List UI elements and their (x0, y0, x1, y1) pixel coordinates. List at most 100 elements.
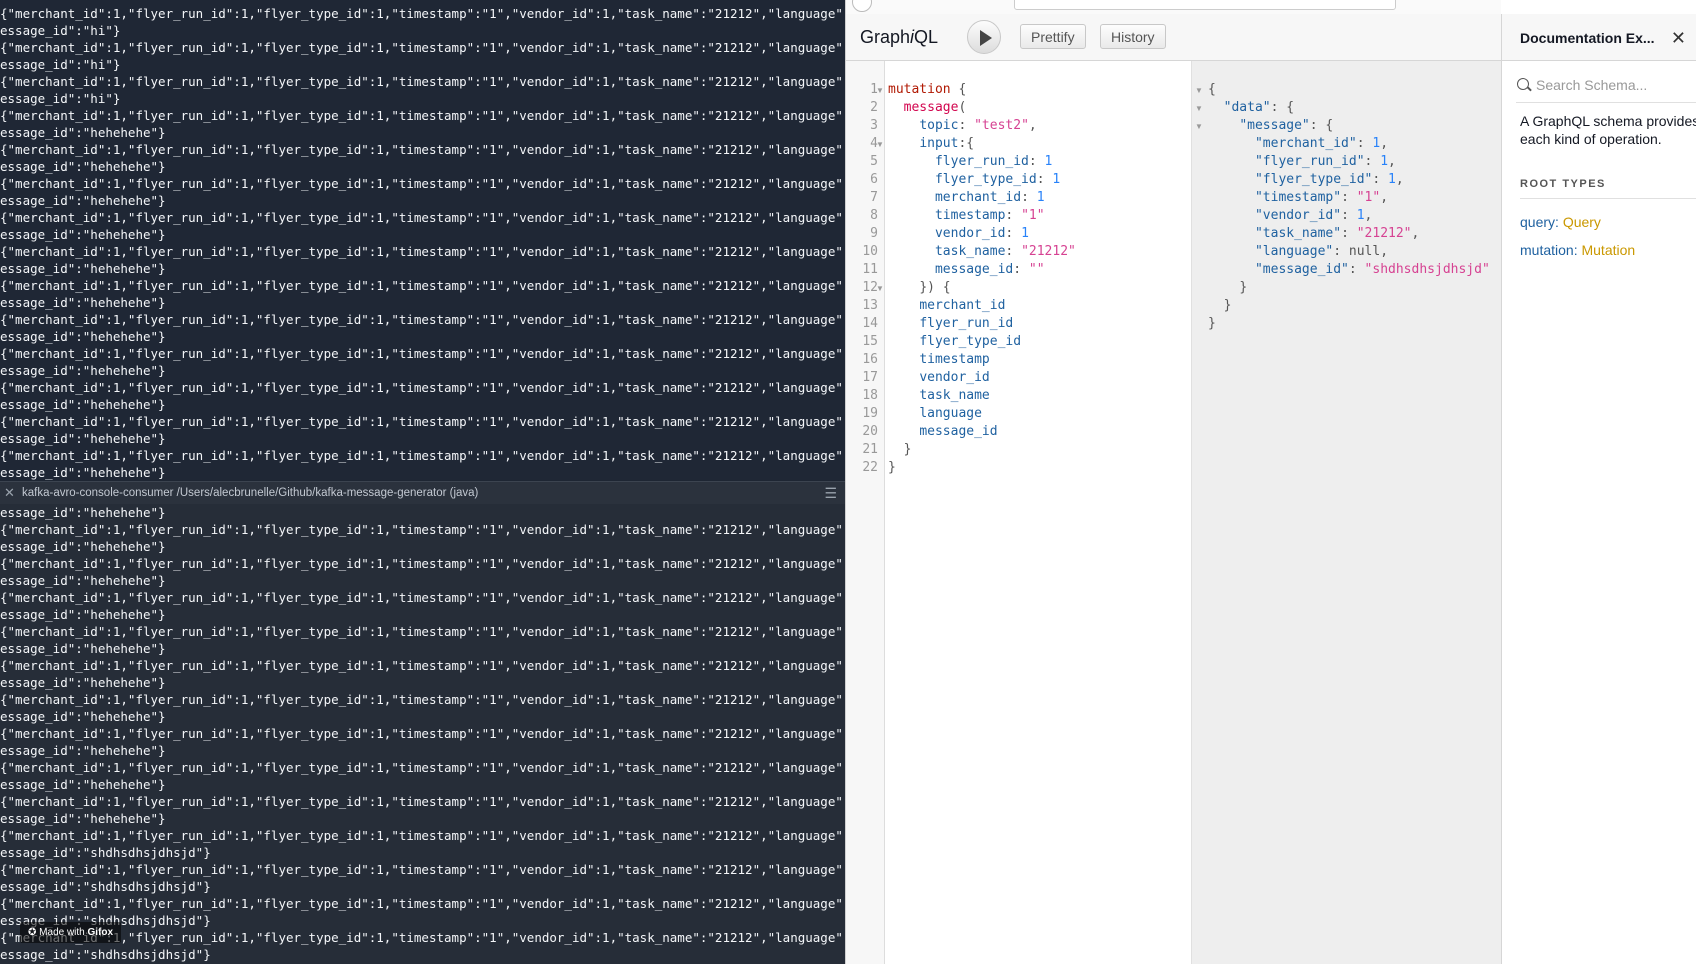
terminal-pane-top[interactable]: {"merchant_id":1,"flyer_run_id":1,"flyer… (0, 0, 845, 480)
field-token: vendor_id (934, 226, 1006, 241)
punct-token: { (950, 82, 967, 97)
value-token: "21212" (1021, 244, 1076, 259)
result-gutter: ▼ ▼ ▼ (1192, 61, 1206, 964)
string-token: "test2" (974, 118, 1029, 133)
terminal-line: {"merchant_id":1,"flyer_run_id":1,"flyer… (0, 624, 845, 639)
browser-button[interactable] (852, 0, 872, 12)
code-line: "flyer_type_id": 1, (1208, 171, 1490, 189)
value-token: "" (1028, 262, 1045, 277)
query-type-link[interactable]: Query (1563, 214, 1601, 230)
prettify-button[interactable]: Prettify (1020, 24, 1086, 49)
terminal-pane-bottom[interactable]: ✕ kafka-avro-console-consumer /Users/ale… (0, 481, 845, 964)
code-line: flyer_run_id: 1 (888, 153, 1076, 171)
json-value: "shdhsdhsjdhsjd" (1364, 262, 1490, 277)
fold-arrow-icon[interactable]: ▼ (876, 86, 884, 95)
fold-arrow-icon[interactable]: ▼ (1195, 86, 1203, 95)
search-schema-input[interactable] (1536, 76, 1696, 94)
terminal-line: {"merchant_id":1,"flyer_run_id":1,"flyer… (0, 862, 845, 877)
close-icon[interactable]: ✕ (1671, 28, 1686, 49)
terminal-line: essage_id":"hehehehe"} (0, 641, 166, 656)
line-number: 7 (870, 190, 878, 205)
json-key: "merchant_id" (1254, 136, 1357, 151)
fold-arrow-icon[interactable]: ▼ (1195, 122, 1203, 131)
code-line: } (888, 441, 1076, 459)
code-line: merchant_id: 1 (888, 189, 1076, 207)
punct-token: : (1028, 154, 1045, 169)
value-token: 1 (1052, 172, 1061, 187)
line-number: 1 (870, 82, 878, 97)
divider (1520, 198, 1696, 199)
code-line: "vendor_id": 1, (1208, 207, 1490, 225)
field-token: flyer_type_id (934, 172, 1037, 187)
address-bar[interactable] (1014, 0, 1396, 10)
terminal-line: {"merchant_id":1,"flyer_run_id":1,"flyer… (0, 380, 845, 395)
pane-close-icon[interactable]: ✕ (4, 482, 15, 504)
punct-token: : (1333, 244, 1349, 259)
line-number: 2 (870, 100, 878, 115)
line-number: 20 (862, 424, 878, 439)
operation-token: message (903, 100, 959, 115)
line-number: 3 (870, 118, 878, 133)
terminal-line: {"merchant_id":1,"flyer_run_id":1,"flyer… (0, 930, 845, 945)
terminal-line: essage_id":"hehehehe"} (0, 261, 166, 276)
punct-token: : (1341, 190, 1357, 205)
history-button[interactable]: History (1100, 24, 1166, 49)
punct-token: , (1411, 226, 1420, 241)
selection-token: flyer_run_id (919, 316, 1014, 331)
field-token: message_id (934, 262, 1014, 277)
terminal-line: {"merchant_id":1,"flyer_run_id":1,"flyer… (0, 6, 845, 21)
punct-token: { (1208, 82, 1216, 97)
punct-token: } (1223, 298, 1232, 313)
code-line: message( (888, 99, 1076, 117)
punct-token: : (958, 118, 975, 133)
json-value: 1 (1388, 172, 1396, 187)
code-line: input:{ (888, 135, 1076, 153)
selection-token: task_name (919, 388, 990, 403)
code-line: "merchant_id": 1, (1208, 135, 1490, 153)
terminal-line: essage_id":"hehehehe"} (0, 709, 166, 724)
punct-token: : (1005, 226, 1022, 241)
fold-arrow-icon[interactable]: ▼ (876, 284, 884, 293)
terminal-line: essage_id":"hehehehe"} (0, 329, 166, 344)
pane-menu-icon[interactable]: ☰ (824, 482, 837, 504)
query-editor[interactable]: mutation { message( topic: "test2", inpu… (888, 81, 1076, 477)
docs-description-line: each kind of operation. (1520, 131, 1662, 147)
json-key: "task_name" (1254, 226, 1342, 241)
value-token: 1 (1021, 226, 1029, 241)
code-line: merchant_id (888, 297, 1076, 315)
terminal-line: {"merchant_id":1,"flyer_run_id":1,"flyer… (0, 210, 845, 225)
json-value: "1" (1356, 190, 1381, 205)
selection-token: merchant_id (919, 298, 1006, 313)
code-line: timestamp: "1" (888, 207, 1076, 225)
fold-arrow-icon[interactable]: ▼ (876, 140, 884, 149)
line-number: 8 (870, 208, 878, 223)
json-key: "timestamp" (1254, 190, 1342, 205)
line-number: 18 (862, 388, 878, 403)
line-numbers: 1 2 3 4 5 6 7 8 9 10 11 12 13 14 15 16 17 18 19 20 21 22 (846, 81, 878, 477)
terminal-line: {"merchant_id":1,"flyer_run_id":1,"flyer… (0, 40, 845, 55)
punct-token: : (1356, 136, 1373, 151)
terminal-line: {"merchant_id":1,"flyer_run_id":1,"flyer… (0, 108, 845, 123)
mutation-type-link[interactable]: Mutation (1581, 242, 1635, 258)
code-line: task_name: "21212" (888, 243, 1076, 261)
line-number: 22 (862, 460, 878, 475)
fold-arrow-icon[interactable]: ▼ (1195, 104, 1203, 113)
punct-token: :{ (958, 136, 975, 151)
graphiql-logo: GraphiQL (860, 27, 939, 47)
root-type-mutation: mutation: Mutation (1520, 242, 1636, 258)
code-line: "message": { (1208, 117, 1490, 135)
terminal-line: essage_id":"hehehehe"} (0, 539, 166, 554)
watermark-brand: Gifox (87, 927, 114, 938)
terminal-line: {"merchant_id":1,"flyer_run_id":1,"flyer… (0, 142, 845, 157)
editor-area: 1 2 3 4 5 6 7 8 9 10 11 12 13 14 15 16 17 18 19 20 21 22 ▼ ▼ … (846, 61, 1502, 964)
execute-query-button[interactable] (967, 20, 1001, 54)
gifox-logo-icon: ✪ (28, 927, 37, 938)
pane-title: kafka-avro-console-consumer /Users/alecb… (22, 487, 479, 499)
code-line: } (888, 459, 1076, 477)
terminal-line: {"merchant_id":1,"flyer_run_id":1,"flyer… (0, 692, 845, 707)
json-value: null (1348, 244, 1381, 259)
terminal-line: essage_id":"hehehehe"} (0, 777, 166, 792)
terminal-line: {"merchant_id":1,"flyer_run_id":1,"flyer… (0, 244, 845, 259)
punct-token: , (1380, 190, 1389, 205)
selection-token: vendor_id (919, 370, 990, 385)
